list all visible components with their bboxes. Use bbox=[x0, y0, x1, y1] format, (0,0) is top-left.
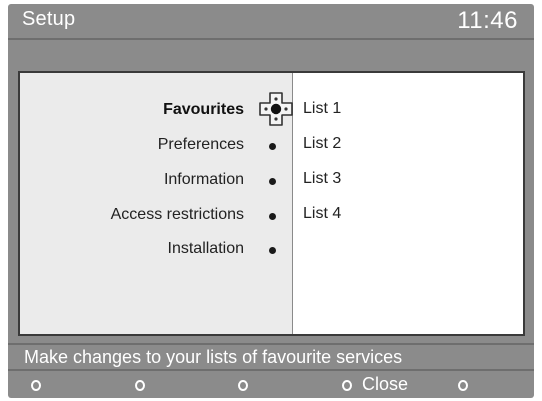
menu-panel: Favourites Preferences Information Acces… bbox=[18, 71, 525, 336]
page-title: Setup bbox=[22, 8, 76, 30]
bullet-icon bbox=[269, 178, 276, 185]
tv-screen: Setup 11:46 Favourites Preferences Infor… bbox=[8, 4, 534, 398]
menu-item-installation[interactable]: Installation bbox=[168, 240, 245, 258]
clock: 11:46 bbox=[457, 7, 518, 34]
menu-item-preferences[interactable]: Preferences bbox=[158, 136, 244, 154]
menu-item-favourites[interactable]: Favourites bbox=[163, 101, 244, 119]
submenu: List 1 List 2 List 3 List 4 bbox=[293, 73, 523, 334]
menu-item-access-restrictions[interactable]: Access restrictions bbox=[111, 206, 244, 224]
option-key-icon[interactable] bbox=[458, 380, 468, 391]
menu-item-information[interactable]: Information bbox=[164, 171, 244, 189]
blue-key-icon[interactable] bbox=[342, 380, 352, 391]
submenu-item-list-3[interactable]: List 3 bbox=[303, 170, 341, 188]
submenu-item-list-2[interactable]: List 2 bbox=[303, 135, 341, 153]
bullet-icon bbox=[269, 213, 276, 220]
info-text: Make changes to your lists of favourite … bbox=[24, 347, 403, 367]
yellow-key-icon[interactable] bbox=[238, 380, 248, 391]
close-button[interactable]: Close bbox=[362, 374, 408, 395]
color-key-bar: Close bbox=[8, 371, 534, 398]
green-key-icon[interactable] bbox=[135, 380, 145, 391]
submenu-item-list-4[interactable]: List 4 bbox=[303, 205, 341, 223]
submenu-item-list-1[interactable]: List 1 bbox=[303, 100, 341, 118]
header-divider bbox=[8, 38, 534, 40]
bullet-icon bbox=[269, 247, 276, 254]
bullet-icon bbox=[269, 143, 276, 150]
info-bar: Make changes to your lists of favourite … bbox=[8, 343, 534, 371]
header-bar: Setup 11:46 bbox=[8, 4, 534, 38]
main-menu: Favourites Preferences Information Acces… bbox=[20, 73, 293, 334]
navigation-cross-icon bbox=[259, 92, 293, 126]
red-key-icon[interactable] bbox=[31, 380, 41, 391]
